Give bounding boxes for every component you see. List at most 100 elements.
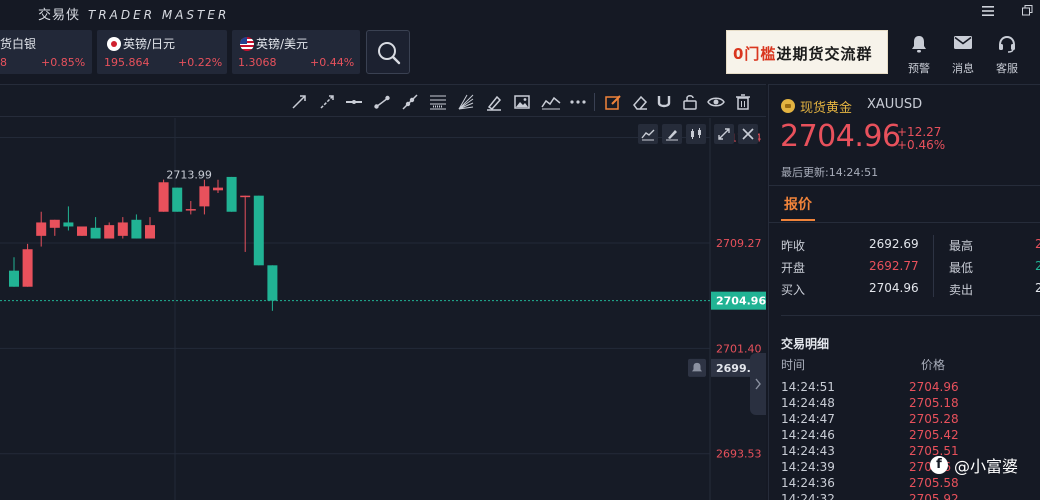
chart-panel: 2717.142709.272701.402693.532713.992704.… (0, 84, 766, 500)
stat-label: 卖出 (949, 283, 974, 297)
candle-body (172, 187, 183, 212)
candle-body (117, 222, 128, 236)
tab-quote[interactable]: 报价 (784, 194, 812, 214)
gann-fan-icon[interactable] (457, 93, 475, 111)
trade-header-price: 价格 (921, 358, 946, 372)
quote-name: 英镑/美元 (256, 37, 309, 51)
drawing-toolbar (0, 85, 766, 117)
trade-time: 14:24:43 (781, 444, 835, 458)
fibonacci-icon[interactable] (429, 93, 447, 111)
magnet-icon[interactable] (655, 93, 673, 111)
candle-body (253, 195, 264, 266)
trade-price: 2705.58 (909, 476, 959, 490)
trade-time: 14:24:47 (781, 412, 835, 426)
chart-type-line-button[interactable] (638, 124, 658, 144)
stat-label: 开盘 (781, 261, 806, 275)
trade-price: 2705.18 (909, 396, 959, 410)
candle-body (63, 222, 74, 227)
quote-card-gbpusd[interactable]: 英镑/美元 1.3068 +0.44% (232, 30, 360, 74)
current-price-label: 2704.96 (716, 295, 766, 308)
messages-label: 消息 (952, 62, 974, 75)
detail-tabs: 报价 (769, 185, 1040, 223)
edit-drawing-icon[interactable] (604, 93, 622, 111)
symbol-name: 现货黄金 (800, 101, 853, 116)
hamburger-icon[interactable] (978, 3, 998, 21)
mail-icon (954, 36, 972, 49)
stat-value-high: 2 (1035, 237, 1040, 251)
eye-icon[interactable] (707, 93, 725, 111)
y-tick-label: 2693.53 (716, 448, 762, 461)
app-brand: 交易侠 TRADER MASTER (38, 4, 229, 23)
chart-type-candle-button[interactable] (686, 124, 706, 144)
candle-body (213, 187, 223, 191)
trade-time: 14:24:39 (781, 460, 835, 474)
messages-button[interactable]: 消息 (943, 34, 983, 75)
watermark-text: @小富婆 (954, 457, 1019, 476)
candle-body (240, 195, 251, 198)
stat-value-bid: 2704.96 (869, 281, 919, 295)
ad-banner[interactable]: 0门槛进期货交流群 (726, 30, 888, 74)
tab-underline (781, 219, 815, 221)
extended-line-icon[interactable] (318, 93, 336, 111)
toolbar-divider (594, 93, 595, 111)
candle-body (36, 222, 47, 236)
price-change: +12.27 (897, 125, 942, 139)
trend-line-icon[interactable] (373, 93, 391, 111)
trade-time: 14:24:48 (781, 396, 835, 410)
stat-label: 昨收 (781, 239, 806, 253)
chart-draw-button[interactable] (662, 124, 682, 144)
horizontal-line-icon[interactable] (345, 93, 363, 111)
candle-body (49, 219, 60, 228)
flag-icon (240, 37, 254, 51)
support-button[interactable]: 客服 (987, 34, 1027, 75)
symbol-code: XAUUSD (867, 97, 923, 112)
alert-label: 预警 (908, 62, 930, 75)
quote-card-silver[interactable]: 货白银 8 +0.85% (0, 30, 92, 74)
close-chart-button[interactable] (738, 124, 758, 144)
stat-value-low: 2 (1035, 259, 1040, 273)
stat-label: 最高 (949, 239, 974, 253)
stat-value-ask: 2 (1035, 281, 1040, 295)
trade-header-time: 时间 (781, 358, 806, 372)
trade-time: 14:24:51 (781, 380, 835, 394)
chart-plot-area[interactable]: 2717.142709.272701.402693.532713.992704.… (0, 118, 766, 500)
quote-card-gbpjpy[interactable]: 英镑/日元 195.864 +0.22% (97, 30, 227, 74)
trash-icon[interactable] (734, 93, 752, 111)
fullscreen-button[interactable] (714, 124, 734, 144)
pattern-icon[interactable] (541, 93, 561, 111)
trade-price: 2705.42 (909, 428, 959, 442)
candle-body (77, 226, 87, 236)
quote-price: 8 (0, 56, 7, 69)
banner-text-red: 0门槛 (733, 45, 777, 63)
title-bar: 交易侠 TRADER MASTER (0, 0, 1040, 26)
segment-line-icon[interactable] (401, 93, 419, 111)
trade-time: 14:24:36 (781, 476, 835, 490)
ray-line-icon[interactable] (290, 93, 308, 111)
quote-price: 195.864 (104, 56, 150, 69)
candle-body (199, 186, 210, 207)
stat-label: 买入 (781, 283, 806, 297)
image-icon[interactable] (513, 93, 531, 111)
quote-detail-panel: 现货黄金 XAUUSD 2704.96 +12.27 +0.46% 最后更新:1… (768, 84, 1040, 500)
trade-time: 14:24:32 (781, 492, 835, 500)
candle-body (131, 219, 142, 239)
candlestick-chart[interactable]: 2717.142709.272701.402693.532713.992704.… (0, 118, 766, 500)
quote-name: 货白银 (0, 37, 37, 51)
collapse-panel-handle[interactable] (750, 353, 766, 415)
app-window: 交易侠 TRADER MASTER 货白银 8 +0.85% 英镑/日元 195.… (0, 0, 1040, 500)
quote-change: +0.22% (178, 56, 223, 69)
candle-body (22, 249, 33, 287)
trade-detail-title: 交易明细 (781, 337, 830, 351)
stat-value-prev-close: 2692.69 (869, 237, 919, 251)
alert-button[interactable]: 预警 (899, 34, 939, 75)
restore-window-icon[interactable] (1017, 3, 1037, 21)
search-icon (378, 42, 401, 65)
eraser-icon[interactable] (631, 93, 649, 111)
more-icon[interactable] (569, 93, 587, 111)
bell-icon (912, 36, 926, 53)
candle-body (90, 227, 101, 239)
search-button[interactable] (366, 30, 410, 74)
lock-icon[interactable] (681, 93, 699, 111)
headset-icon (999, 35, 1015, 53)
brush-icon[interactable] (485, 93, 503, 111)
